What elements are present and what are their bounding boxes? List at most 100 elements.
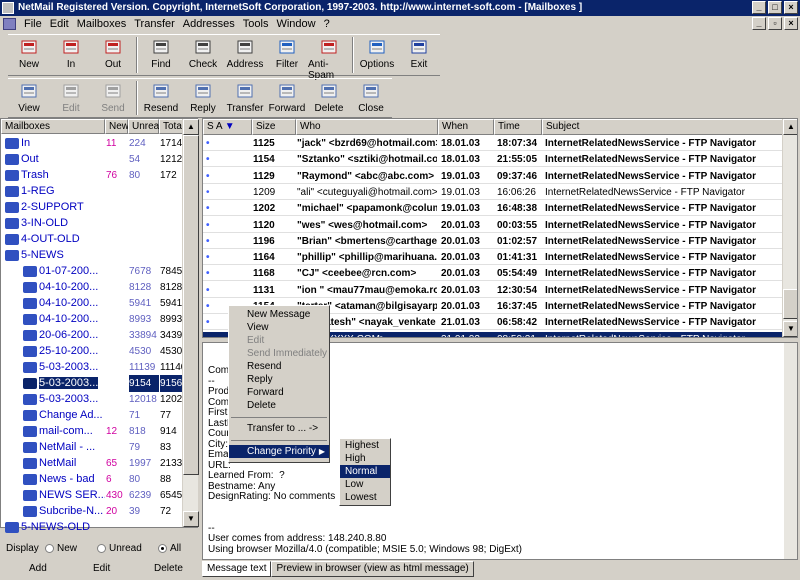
column-header-time[interactable]: Time bbox=[494, 119, 542, 135]
menu-tools[interactable]: Tools bbox=[239, 18, 273, 30]
menu-item-view[interactable]: View bbox=[229, 321, 329, 334]
exit-toolbar-button[interactable]: Exit bbox=[398, 35, 440, 75]
edit-mailbox-button[interactable]: Edit bbox=[93, 563, 110, 574]
priority-lowest[interactable]: Lowest bbox=[340, 491, 390, 504]
mailbox-row[interactable]: NetMail - ... 79 83 bbox=[1, 439, 185, 456]
mailbox-row[interactable]: 04-10-200... 5941 5941 bbox=[1, 295, 185, 312]
mailbox-row[interactable]: News - bad 6 80 88 bbox=[1, 471, 185, 488]
column-header-new[interactable]: New bbox=[105, 119, 129, 134]
message-row[interactable]: • 1154 "Sztanko" <sztiki@hotmail.co 18.01.0… bbox=[203, 152, 783, 168]
menu-item-edit[interactable]: Edit bbox=[229, 334, 329, 347]
menu-help[interactable]: ? bbox=[320, 18, 334, 30]
message-row[interactable]: • 1168 "CJ" <ceebee@rcn.com> 20.01.03 05:54:… bbox=[203, 266, 783, 282]
menu-item-send-immediately[interactable]: Send Immediately bbox=[229, 347, 329, 360]
menu-transfer[interactable]: Transfer bbox=[130, 18, 179, 30]
mailbox-row[interactable]: Out 54 1212 bbox=[1, 151, 185, 168]
mailbox-row[interactable]: 5-NEWS-OLD bbox=[1, 519, 185, 536]
column-header-size[interactable]: Size bbox=[252, 119, 296, 135]
mailboxes-scrollbar[interactable]: ▲ ▼ bbox=[182, 119, 199, 527]
scroll-up-button[interactable]: ▲ bbox=[183, 119, 199, 135]
message-row[interactable]: • 1120 "wes" <wes@hotmail.com> 20.01.03 00:0… bbox=[203, 218, 783, 233]
child-restore-button[interactable]: ▫ bbox=[768, 17, 782, 30]
column-header-unread[interactable]: Unread bbox=[128, 119, 165, 134]
reply-message-button[interactable]: Reply bbox=[182, 79, 224, 119]
messages-scrollbar[interactable]: ▲ ▼ bbox=[782, 119, 797, 337]
message-row[interactable]: • 1131 "ion " <mau77mau@emoka.ro 20.01.03 12… bbox=[203, 283, 783, 298]
message-row[interactable]: • 1196 "Brian" <bmertens@carthage_ 20.01.03… bbox=[203, 234, 783, 249]
mailbox-row[interactable]: 5-03-2003... 9154 9156 bbox=[1, 375, 186, 392]
anti-spam-toolbar-button[interactable]: Anti-Spam bbox=[308, 35, 350, 81]
preview-scrollbar[interactable] bbox=[784, 343, 797, 559]
mailbox-row[interactable]: 5-03-2003... 12018 12021 bbox=[1, 391, 188, 408]
options-toolbar-button[interactable]: Options bbox=[356, 35, 398, 75]
column-header-mailboxes[interactable]: Mailboxes bbox=[1, 119, 105, 134]
filter-toolbar-button[interactable]: Filter bbox=[266, 35, 308, 75]
out-toolbar-button[interactable]: Out bbox=[92, 35, 134, 75]
column-header-who[interactable]: Who bbox=[296, 119, 438, 135]
add-mailbox-button[interactable]: Add bbox=[29, 563, 47, 574]
messages-scroll-thumb[interactable] bbox=[783, 289, 797, 319]
menu-window[interactable]: Window bbox=[272, 18, 319, 30]
menu-item-transfer-to[interactable]: Transfer to ... -> bbox=[229, 422, 329, 435]
column-header-when[interactable]: When bbox=[438, 119, 494, 135]
forward-message-button[interactable]: Forward bbox=[266, 79, 308, 119]
radio-all[interactable]: All bbox=[158, 543, 181, 554]
mailbox-row[interactable]: 3-IN-OLD bbox=[1, 215, 185, 232]
menu-mailboxes[interactable]: Mailboxes bbox=[73, 18, 131, 30]
mailbox-row[interactable]: 1-REG bbox=[1, 183, 185, 200]
message-row[interactable]: • 1209 "ali" <cuteguyali@hotmail.com> 19.01… bbox=[203, 185, 783, 200]
child-close-button[interactable]: × bbox=[784, 17, 798, 30]
menu-item-change-priority[interactable]: Change Priority ▶ bbox=[229, 445, 329, 458]
send-message-button[interactable]: Send bbox=[92, 79, 134, 119]
messages-scroll-down-button[interactable]: ▼ bbox=[783, 321, 797, 337]
tab-preview-in-browser[interactable]: Preview in browser (view as html message… bbox=[271, 561, 474, 577]
priority-highest[interactable]: Highest bbox=[340, 439, 390, 452]
mailbox-row[interactable]: mail-com... 12 818 914 bbox=[1, 423, 185, 440]
message-row[interactable]: • 1125 "jack" <bzrd69@hotmail.com> 18.01.03… bbox=[203, 136, 783, 151]
new-toolbar-button[interactable]: New bbox=[8, 35, 50, 75]
delete-message-button[interactable]: Delete bbox=[308, 79, 350, 119]
column-header-sa[interactable]: S A ▼ bbox=[203, 119, 252, 135]
app-icon[interactable] bbox=[2, 2, 14, 14]
radio-new-circle[interactable] bbox=[45, 543, 54, 553]
menu-edit[interactable]: Edit bbox=[46, 18, 73, 30]
mailbox-row[interactable]: In 11 224 1714 bbox=[1, 135, 185, 152]
mailbox-row[interactable]: 01-07-200... 7678 7845 bbox=[1, 263, 185, 280]
transfer-message-button[interactable]: Transfer bbox=[224, 79, 266, 119]
find-toolbar-button[interactable]: Find bbox=[140, 35, 182, 75]
check-toolbar-button[interactable]: Check bbox=[182, 35, 224, 75]
edit-message-button[interactable]: Edit bbox=[50, 79, 92, 119]
radio-unread[interactable]: Unread bbox=[97, 543, 142, 554]
menu-item-delete[interactable]: Delete bbox=[229, 399, 329, 412]
menu-item-resend[interactable]: Resend bbox=[229, 360, 329, 373]
priority-high[interactable]: High bbox=[340, 452, 390, 465]
radio-new[interactable]: New bbox=[45, 543, 77, 554]
message-row[interactable]: • 1164 "phillip" <phillip@marihuana.r 20.01… bbox=[203, 250, 783, 266]
priority-low[interactable]: Low bbox=[340, 478, 390, 491]
mailbox-row[interactable]: 5-NEWS bbox=[1, 247, 185, 264]
mailbox-row[interactable]: 25-10-200... 4530 4530 bbox=[1, 343, 185, 360]
minimize-button[interactable]: _ bbox=[752, 1, 766, 14]
delete-mailbox-button[interactable]: Delete bbox=[154, 563, 183, 574]
menu-item-reply[interactable]: Reply bbox=[229, 373, 329, 386]
close-message-button[interactable]: Close bbox=[350, 79, 392, 119]
radio-all-circle[interactable] bbox=[158, 543, 167, 553]
mailbox-row[interactable]: NEWS SER... 430 6239 6545 bbox=[1, 487, 185, 504]
maximize-button[interactable]: □ bbox=[768, 1, 782, 14]
messages-scroll-up-button[interactable]: ▲ bbox=[783, 119, 797, 135]
document-icon[interactable] bbox=[3, 18, 16, 30]
mailbox-row[interactable]: 4-OUT-OLD bbox=[1, 231, 185, 248]
mailbox-row[interactable]: Subcribe-N... 20 39 72 bbox=[1, 503, 185, 520]
message-row[interactable]: • 1129 "Raymond" <abc@abc.com> 19.01.03 09:3… bbox=[203, 169, 783, 184]
tab-message-text[interactable]: Message text bbox=[202, 561, 272, 577]
priority-normal[interactable]: Normal bbox=[340, 465, 390, 478]
mailbox-row[interactable]: 04-10-200... 8128 8128 bbox=[1, 279, 185, 296]
close-window-button[interactable]: × bbox=[784, 1, 798, 14]
mailbox-row[interactable]: Trash 76 80 172 bbox=[1, 167, 185, 184]
menu-item-forward[interactable]: Forward bbox=[229, 386, 329, 399]
menu-addresses[interactable]: Addresses bbox=[179, 18, 239, 30]
in-toolbar-button[interactable]: In bbox=[50, 35, 92, 75]
mailbox-row[interactable]: 5-03-2003... 11139 11140 bbox=[1, 359, 186, 376]
scroll-down-button[interactable]: ▼ bbox=[183, 511, 199, 527]
child-minimize-button[interactable]: _ bbox=[752, 17, 766, 30]
